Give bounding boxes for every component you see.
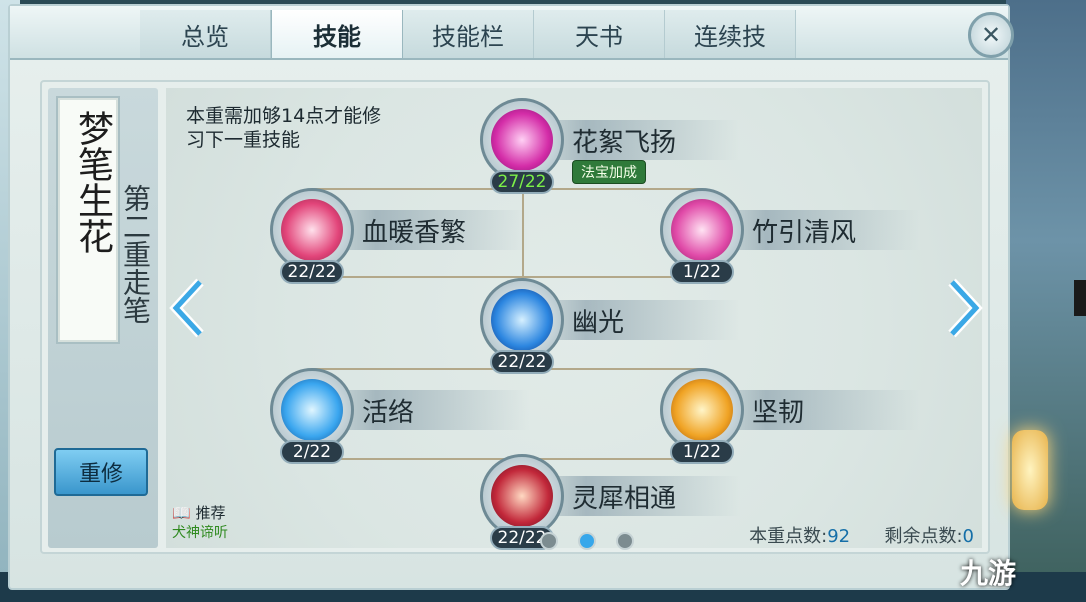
skill-name: 血暖香繁 (362, 218, 467, 248)
skill-name: 活络 (362, 398, 415, 428)
tab-skill-bar[interactable]: 技能栏 (403, 10, 534, 58)
skill-name: 花絮飞扬 (572, 128, 677, 158)
lantern-decoration (1012, 430, 1048, 510)
skill-panel: 梦笔生花 第二重走笔 重修 本重需加够14点才能修习下一重技能 花絮飞扬 27/… (40, 80, 990, 554)
skill-node[interactable]: 血暖香繁 22/22 (270, 188, 530, 284)
current-points-label: 本重点数: (749, 526, 828, 547)
remaining-points-label: 剩余点数: (884, 526, 963, 547)
tab-tianshu[interactable]: 天书 (534, 10, 665, 58)
tab-bar: 总览 技能 技能栏 天书 连续技 (140, 10, 796, 58)
skill-name: 竹引清风 (752, 218, 857, 248)
side-expand-handle[interactable] (1074, 280, 1086, 316)
recommend-label[interactable]: 📖 推荐 (172, 502, 225, 523)
next-page-arrow-icon[interactable] (944, 278, 984, 338)
skill-name: 幽光 (572, 308, 625, 338)
skill-name: 灵犀相通 (572, 484, 677, 514)
pink-wind-icon (671, 199, 733, 261)
prev-page-arrow-icon[interactable] (168, 278, 208, 338)
skill-level: 2/22 (280, 440, 344, 464)
skill-node[interactable]: 幽光 22/22 (480, 278, 740, 374)
tab-overview[interactable]: 总览 (140, 10, 271, 58)
skill-level: 22/22 (280, 260, 344, 284)
page-indicator (540, 532, 634, 550)
gold-shield-icon (671, 379, 733, 441)
tab-skills[interactable]: 技能 (271, 10, 403, 58)
skill-tree: 本重需加够14点才能修习下一重技能 花絮飞扬 27/22 法宝加成 血暖香繁 2… (166, 88, 984, 550)
watermark-logo: 九游 (960, 557, 1017, 590)
artifact-bonus-badge: 法宝加成 (572, 160, 646, 184)
blue-crystal-icon (491, 289, 553, 351)
close-icon: ✕ (980, 21, 1002, 49)
redo-button[interactable]: 重修 (54, 448, 148, 496)
current-points-value: 92 (827, 526, 851, 547)
pink-flower-icon (491, 109, 553, 171)
school-scroll-title: 梦笔生花 (72, 110, 113, 254)
close-button[interactable]: ✕ (968, 12, 1014, 58)
skill-node[interactable]: 灵犀相通 22/22 (480, 454, 740, 550)
skill-name: 坚韧 (752, 398, 805, 428)
points-summary: 本重点数:92 剩余点数:0 (749, 522, 974, 548)
skill-node[interactable]: 活络 2/22 (270, 368, 530, 464)
layer-title: 第二重走笔 (119, 184, 152, 324)
school-sidebar: 梦笔生花 第二重走笔 重修 (48, 88, 158, 548)
skill-node[interactable]: 花絮飞扬 27/22 法宝加成 (480, 98, 740, 194)
skill-window: 总览 技能 技能栏 天书 连续技 ✕ 梦笔生花 第二重走笔 重修 本重需加够14… (8, 4, 1014, 590)
tab-combo[interactable]: 连续技 (665, 10, 796, 58)
blue-shield-icon (281, 379, 343, 441)
red-fox-icon (491, 465, 553, 527)
page-dot[interactable] (540, 532, 558, 550)
school-scroll: 梦笔生花 (58, 98, 118, 342)
recommend-build[interactable]: 犬神谛听 (172, 522, 228, 542)
remaining-points-value: 0 (962, 526, 974, 547)
pink-swirl-icon (281, 199, 343, 261)
book-icon: 📖 (172, 504, 191, 522)
skill-node[interactable]: 坚韧 1/22 (660, 368, 920, 464)
page-dot[interactable] (616, 532, 634, 550)
page-dot-active[interactable] (578, 532, 596, 550)
skill-node[interactable]: 竹引清风 1/22 (660, 188, 920, 284)
requirement-hint: 本重需加够14点才能修习下一重技能 (186, 105, 382, 151)
